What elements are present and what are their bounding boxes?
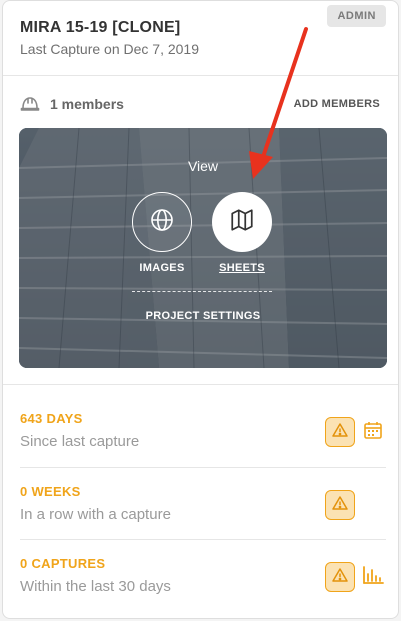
images-label[interactable]: IMAGES [122,262,202,274]
admin-badge: ADMIN [327,5,386,27]
members-row: 1 members ADD MEMBERS [20,91,380,117]
warning-button[interactable] [325,490,355,520]
warning-icon [332,567,348,588]
stat-description: Since last capture [20,433,140,450]
helmet-icon [20,94,40,114]
globe-icon [150,208,174,237]
calendar-icon [363,420,383,445]
warning-icon [332,422,348,443]
stat-weeks-in-a-row: 0 WEEKS In a row with a capture [20,484,384,544]
stat-description: Within the last 30 days [20,578,171,595]
warning-button[interactable] [325,417,355,447]
project-hero-panel: View IMAGES SHEETS PROJECT SETTINGS [19,128,387,368]
images-button[interactable] [132,192,192,252]
dashed-divider [132,291,272,292]
stat-description: In a row with a capture [20,506,171,523]
divider [20,539,386,540]
members-count: 1 members [50,96,124,112]
project-title[interactable]: MIRA 15-19 [CLONE] [20,19,180,37]
project-card: ADMIN MIRA 15-19 [CLONE] Last Capture on… [2,0,399,619]
warning-icon [332,495,348,516]
stat-days-since-capture: 643 DAYS Since last capture [20,411,384,471]
warning-button[interactable] [325,562,355,592]
last-capture-text: Last Capture on Dec 7, 2019 [20,41,200,57]
divider [3,75,398,76]
stat-captures-last-30-days: 0 CAPTURES Within the last 30 days [20,556,384,616]
map-icon [229,207,255,238]
bar-chart-button[interactable] [362,565,384,590]
bar-chart-icon [362,565,384,590]
divider [3,384,398,385]
calendar-button[interactable] [362,421,384,443]
stat-value: 0 WEEKS [20,484,81,499]
add-members-button[interactable]: ADD MEMBERS [294,98,380,110]
sheets-button[interactable] [212,192,272,252]
stat-value: 643 DAYS [20,411,83,426]
divider [20,467,386,468]
sheets-label[interactable]: SHEETS [202,262,282,274]
stat-value: 0 CAPTURES [20,556,106,571]
project-settings-link[interactable]: PROJECT SETTINGS [19,310,387,322]
view-label: View [187,158,219,174]
